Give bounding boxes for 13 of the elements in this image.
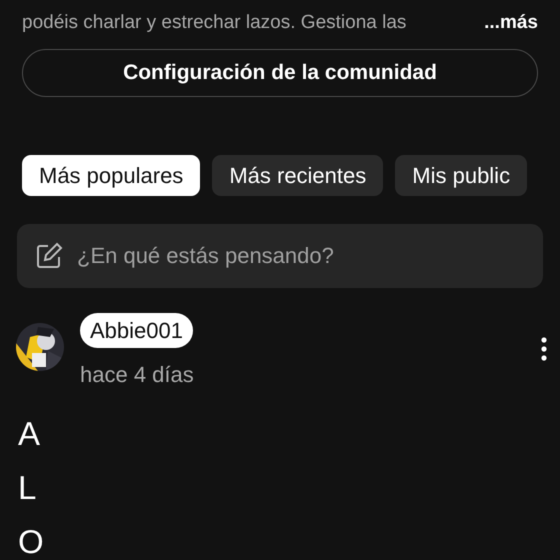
community-settings-button[interactable]: Configuración de la comunidad xyxy=(22,48,538,96)
post-time: hace 4 días xyxy=(80,360,195,388)
more-link[interactable]: ...más xyxy=(484,9,538,38)
community-description: podéis charlar y estrechar lazos. Gestiona las xyxy=(22,11,406,35)
filter-tab[interactable]: Más recientes xyxy=(212,154,384,196)
author-name[interactable]: Abbie001 xyxy=(80,312,193,348)
edit-icon xyxy=(35,242,63,270)
post-text: A xyxy=(18,414,40,452)
post-text: O xyxy=(18,522,44,560)
filter-tab[interactable]: Mis public xyxy=(395,154,528,196)
more-options-icon[interactable] xyxy=(540,336,548,360)
filter-tab[interactable]: Más populares xyxy=(22,154,200,196)
post-text: L xyxy=(18,468,36,506)
